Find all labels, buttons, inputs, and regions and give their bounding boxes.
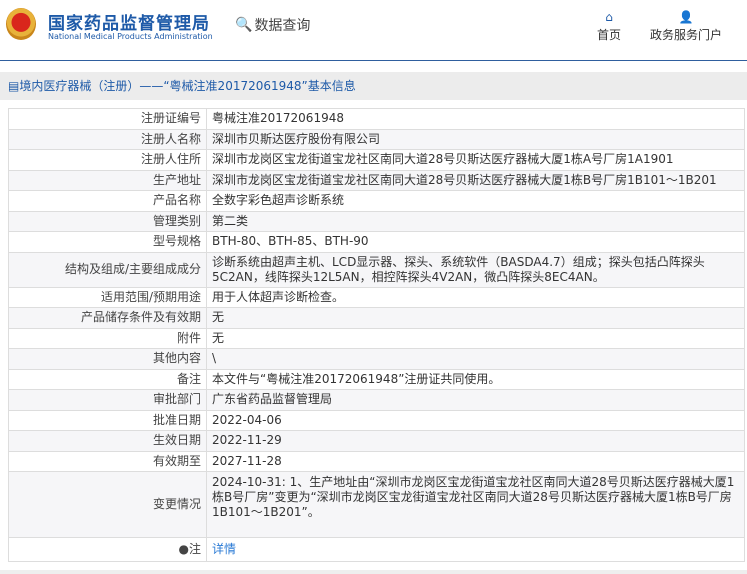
row-label: 注册证编号 — [8, 108, 207, 130]
note-label: ●注 — [8, 537, 207, 562]
row-label: 适用范围/预期用途 — [8, 286, 207, 308]
row-value: 第二类 — [206, 210, 745, 232]
row-value: 2027-11-28 — [206, 450, 745, 472]
row-value: 无 — [206, 327, 745, 349]
row-value: BTH-80、BTH-85、BTH-90 — [206, 231, 745, 253]
row-label: 生产地址 — [8, 169, 207, 191]
row-label: 生效日期 — [8, 430, 207, 452]
table-row: 注册人住所 深圳市龙岗区宝龙街道宝龙社区南同大道28号贝斯达医疗器械大厦1栋A号厂… — [8, 149, 745, 171]
table-row: 注册人名称 深圳市贝斯达医疗股份有限公司 — [8, 128, 745, 150]
row-label: 注册人住所 — [8, 149, 207, 171]
detail-table: 注册证编号 粤械注准20172061948 注册人名称 深圳市贝斯达医疗股份有限公司注… — [8, 108, 745, 562]
search-document-icon: 🔍 — [235, 17, 253, 33]
row-label: 其他内容 — [8, 348, 207, 370]
table-row: 产品储存条件及有效期无 — [8, 307, 745, 329]
table-row: 备注 本文件与“粤械注准20172061948”注册证共同使用。 — [8, 368, 745, 390]
table-row: 适用范围/预期用途 用于人体超声诊断检查。 — [8, 286, 745, 308]
nav-home[interactable]: ⌂ 首页 — [597, 10, 621, 43]
table-row: 产品名称 全数字彩色超声诊断系统 — [8, 190, 745, 212]
home-icon: ⌂ — [605, 10, 613, 24]
row-label: 注册人名称 — [8, 128, 207, 150]
row-value: 深圳市龙岗区宝龙街道宝龙社区南同大道28号贝斯达医疗器械大厦1栋A号厂房1A19… — [206, 149, 745, 171]
breadcrumb: ▤境内医疗器械（注册）——“粤械注准20172061948”基本信息 — [0, 72, 747, 100]
site-subtitle: National Medical Products Administration — [48, 32, 213, 41]
table-row: 生效日期 2022-11-29 — [8, 430, 745, 452]
row-label: 管理类别 — [8, 210, 207, 232]
site-title[interactable]: 国家药品监督管理局 — [48, 9, 210, 34]
nav-portal-label: 政务服务门户 — [650, 28, 723, 42]
table-row: 批准日期 2022-04-06 — [8, 409, 745, 431]
table-row: 型号规格 BTH-80、BTH-85、BTH-90 — [8, 231, 745, 253]
row-value: 全数字彩色超声诊断系统 — [206, 190, 745, 212]
nav-home-label: 首页 — [597, 28, 622, 42]
details-link[interactable]: 详情 — [212, 542, 236, 556]
row-label: 产品名称 — [8, 190, 207, 212]
table-row: 注册证编号 粤械注准20172061948 — [8, 108, 745, 130]
table-row: 管理类别 第二类 — [8, 210, 745, 232]
row-label: 结构及组成/主要组成成分 — [8, 251, 207, 288]
row-value: 2022-11-29 — [206, 430, 745, 452]
row-label: 审批部门 — [8, 389, 207, 411]
row-label: 备注 — [8, 368, 207, 390]
table-row: 附件无 — [8, 327, 745, 349]
national-emblem-logo — [6, 8, 36, 40]
row-label: 型号规格 — [8, 231, 207, 253]
document-icon: ▤ — [8, 79, 20, 93]
table-row: 其他内容 \ — [8, 348, 745, 370]
row-value: 无 — [206, 307, 745, 329]
table-row: 有效期至 2027-11-28 — [8, 450, 745, 472]
row-value: 2024-10-31: 1、生产地址由“深圳市龙岗区宝龙街道宝龙社区南同大道28… — [206, 471, 745, 538]
row-value: 广东省药品监督管理局 — [206, 389, 745, 411]
row-label: 有效期至 — [8, 450, 207, 472]
table-row: 审批部门 广东省药品监督管理局 — [8, 389, 745, 411]
row-label: 附件 — [8, 327, 207, 349]
table-row: 结构及组成/主要组成成分 诊断系统由超声主机、LCD显示器、探头、系统软件（BAS… — [8, 251, 745, 288]
footer-bar — [0, 570, 747, 574]
note-value: 详情 — [206, 537, 745, 562]
user-icon: 👤 — [678, 10, 694, 24]
row-value: 诊断系统由超声主机、LCD显示器、探头、系统软件（BASDA4.7）组成；探头包… — [206, 251, 745, 288]
data-query-link[interactable]: 🔍 数据查询 — [235, 15, 310, 35]
table-row: 生产地址 深圳市龙岗区宝龙街道宝龙社区南同大道28号贝斯达医疗器械大厦1栋B号厂房… — [8, 169, 745, 191]
lightbulb-icon: ● — [178, 542, 189, 556]
row-value: 深圳市贝斯达医疗股份有限公司 — [206, 128, 745, 150]
note-row: ●注 详情 — [8, 537, 745, 562]
row-value: 粤械注准20172061948 — [206, 108, 745, 130]
site-header: 国家药品监督管理局 National Medical Products Admi… — [0, 0, 747, 61]
data-query-label: 数据查询 — [254, 18, 311, 34]
row-value: 用于人体超声诊断检查。 — [206, 286, 745, 308]
row-label: 批准日期 — [8, 409, 207, 431]
row-value: \ — [206, 348, 745, 370]
note-label-text: 注 — [188, 542, 201, 556]
row-value: 2022-04-06 — [206, 409, 745, 431]
nav-service-portal[interactable]: 👤 政务服务门户 — [650, 10, 722, 43]
row-label: 变更情况 — [8, 471, 207, 538]
row-value: 深圳市龙岗区宝龙街道宝龙社区南同大道28号贝斯达医疗器械大厦1栋B号厂房1B10… — [206, 169, 745, 191]
breadcrumb-text: 境内医疗器械（注册）——“粤械注准20172061948”基本信息 — [19, 79, 356, 93]
row-label: 产品储存条件及有效期 — [8, 307, 207, 329]
table-row: 变更情况 2024-10-31: 1、生产地址由“深圳市龙岗区宝龙街道宝龙社区南同… — [8, 471, 745, 538]
row-value: 本文件与“粤械注准20172061948”注册证共同使用。 — [206, 368, 745, 390]
